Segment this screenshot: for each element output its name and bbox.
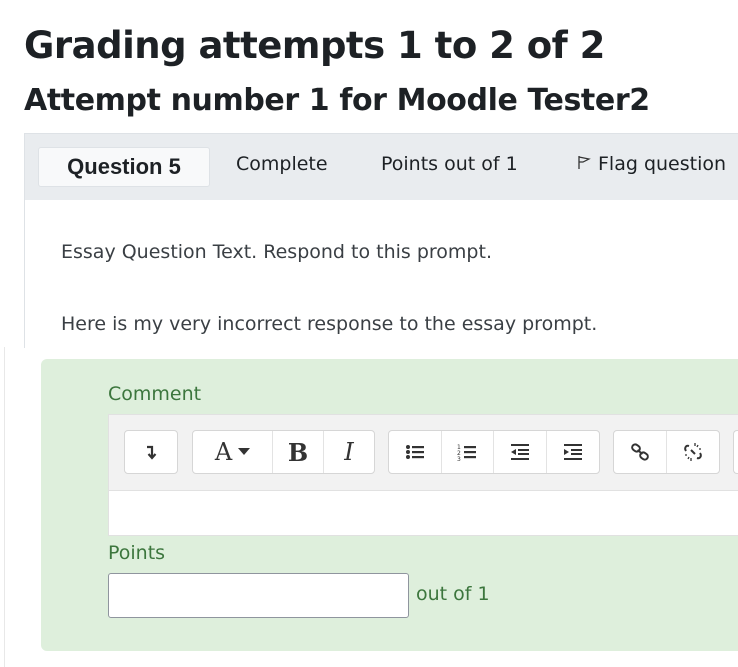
comment-editor: A B I 123 — [108, 414, 738, 536]
link-icon — [630, 443, 649, 461]
points-label: Points — [108, 542, 166, 564]
ordered-list-icon: 123 — [457, 444, 477, 463]
indent-icon — [563, 444, 582, 460]
italic-button[interactable]: I — [324, 431, 374, 473]
font-style-button[interactable]: A — [193, 431, 273, 473]
unlink-icon — [683, 443, 702, 461]
unordered-list-button[interactable] — [389, 431, 442, 473]
outdent-button[interactable] — [494, 431, 547, 473]
bold-button[interactable]: B — [273, 431, 324, 473]
link-button[interactable] — [614, 431, 667, 473]
toolbar-group-links — [613, 430, 720, 474]
toolbar-group-more — [733, 430, 738, 474]
comment-label: Comment — [108, 383, 202, 405]
question-points-info: Points out of 1 — [381, 153, 518, 175]
divider — [4, 347, 5, 667]
question-text: Essay Question Text. Respond to this pro… — [61, 241, 492, 263]
italic-icon: I — [344, 438, 354, 466]
font-style-icon: A — [214, 438, 233, 466]
question-state: Complete — [236, 153, 328, 175]
toolbar-group-lists: 123 — [388, 430, 600, 474]
indent-button[interactable] — [547, 431, 600, 473]
points-input[interactable] — [108, 573, 409, 618]
flag-question-label: Flag question — [598, 153, 727, 175]
out-of-label: out of 1 — [416, 583, 490, 605]
svg-text:3: 3 — [457, 456, 461, 463]
flag-question-button[interactable]: Flag question — [576, 153, 726, 175]
student-response: Here is my very incorrect response to th… — [61, 313, 598, 335]
comment-input[interactable] — [108, 491, 738, 536]
unlink-button[interactable] — [667, 431, 720, 473]
outdent-icon — [510, 444, 529, 460]
collapse-toggle-icon — [147, 445, 157, 460]
attempt-heading: Attempt number 1 for Moodle Tester2 — [24, 83, 650, 118]
editor-toolbar: A B I 123 — [108, 414, 738, 491]
toolbar-group-collapse — [124, 430, 178, 474]
question-number-label: Question 5 — [67, 154, 181, 179]
dropdown-caret-icon — [238, 448, 251, 455]
bold-icon: B — [287, 437, 309, 467]
toolbar-group-style: A B I — [192, 430, 375, 474]
ordered-list-button[interactable]: 123 — [442, 431, 494, 473]
flag-icon — [576, 153, 592, 175]
collapse-toolbar-button[interactable] — [125, 431, 177, 473]
page-title: Grading attempts 1 to 2 of 2 — [24, 24, 605, 67]
unordered-list-icon — [405, 445, 424, 459]
question-number-badge: Question 5 — [38, 147, 210, 187]
